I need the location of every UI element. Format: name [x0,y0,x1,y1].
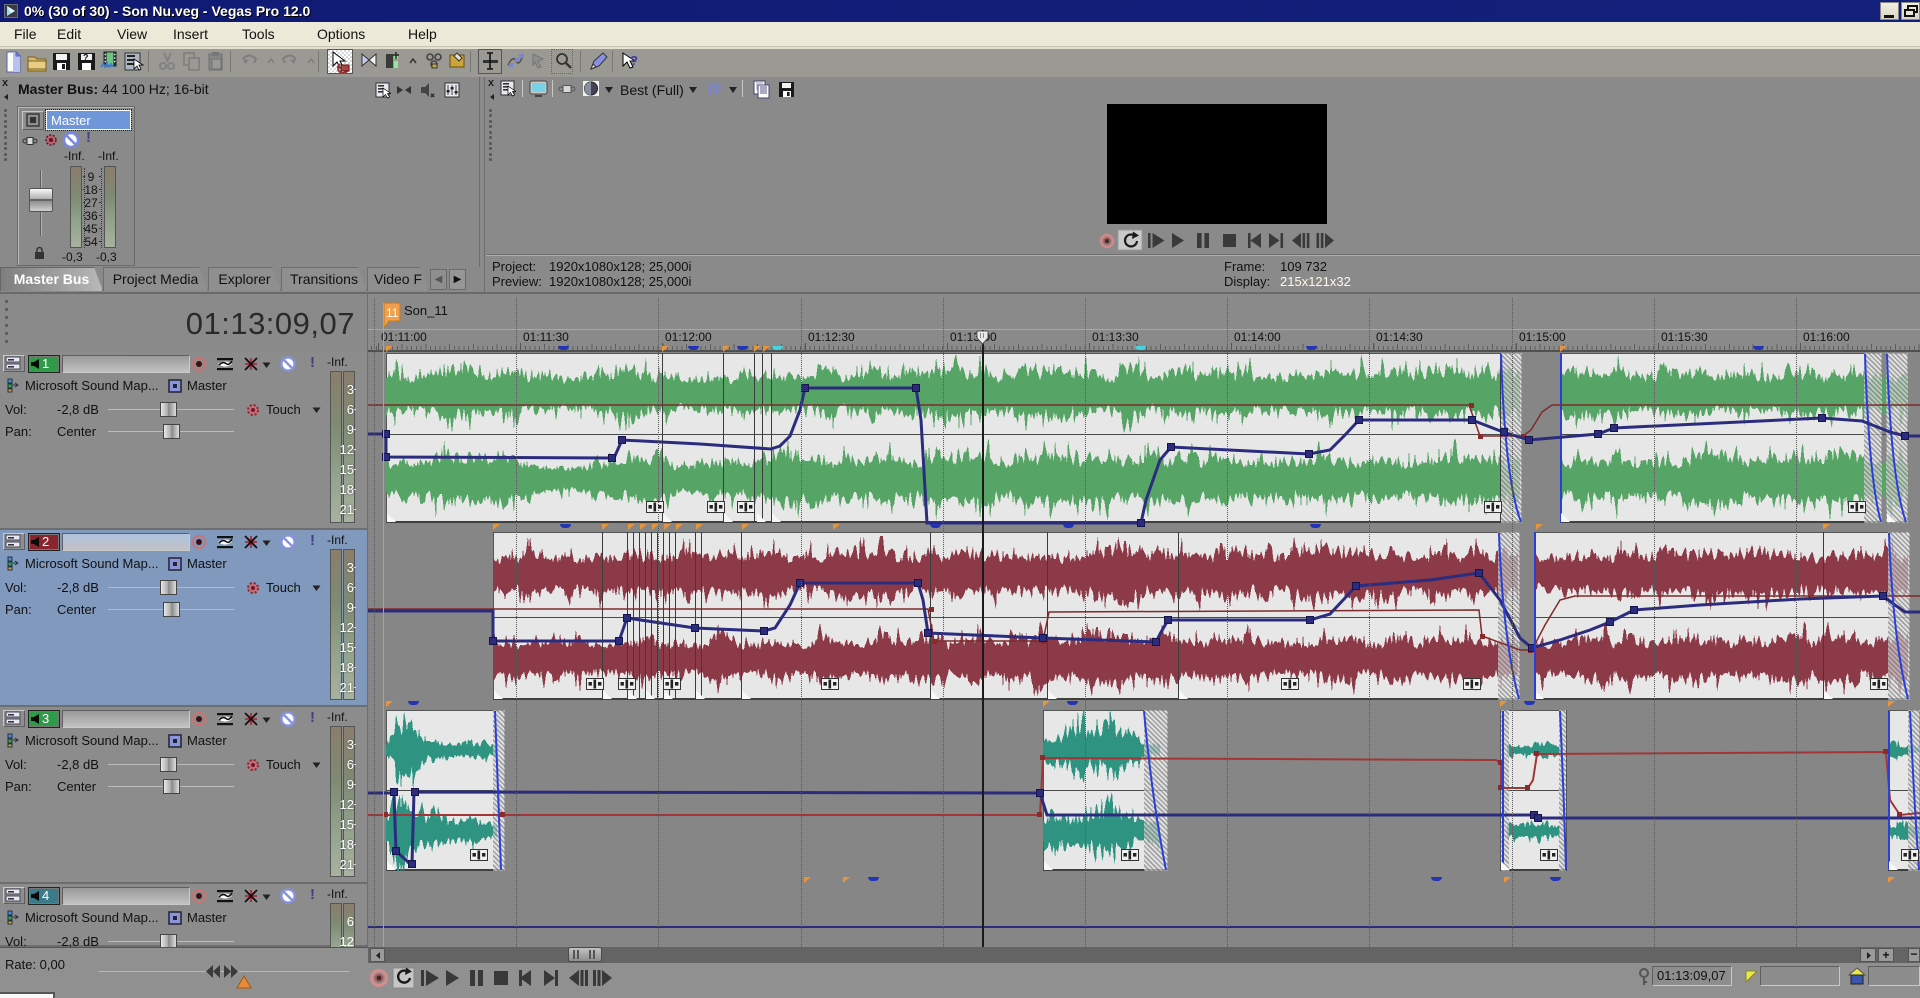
svg-text:?: ? [630,53,638,68]
svg-text:11: 11 [386,306,399,320]
svg-text:?: ? [83,53,89,63]
